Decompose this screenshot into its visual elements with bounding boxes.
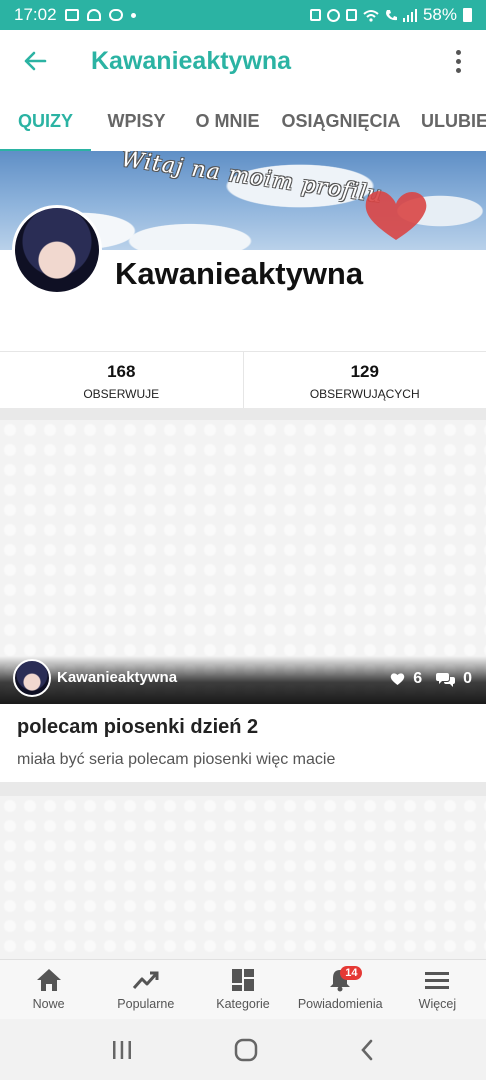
arrow-left-icon — [24, 51, 47, 71]
banner-text: Witaj na moim profilu — [119, 151, 385, 209]
save-icon — [309, 9, 321, 21]
app-bar: Kawanieaktywna — [0, 30, 486, 92]
recent-apps-button[interactable] — [111, 1039, 133, 1061]
comments-icon — [436, 672, 456, 687]
nav-label: Więcej — [418, 997, 457, 1011]
nav-kategorie[interactable]: Kategorie — [194, 960, 291, 1019]
home-button[interactable] — [234, 1038, 258, 1062]
stat-following[interactable]: 168 OBSERWUJE — [0, 352, 243, 408]
notification-badge: 14 — [340, 966, 363, 980]
tab-wpisy[interactable]: WPISY — [91, 92, 182, 151]
menu-icon — [425, 972, 450, 989]
trending-icon — [132, 971, 159, 989]
following-count: 168 — [107, 362, 136, 381]
cloud-icon — [108, 9, 123, 21]
nav-label: Popularne — [117, 997, 175, 1011]
page-title: Kawanieaktywna — [91, 46, 292, 75]
nav-label: Nowe — [32, 997, 65, 1011]
signal-icon — [402, 8, 417, 22]
heart-icon — [390, 673, 405, 685]
quiz-meta: 6 0 — [390, 670, 472, 688]
more-options-button[interactable] — [430, 30, 486, 92]
weather-icon — [86, 9, 101, 21]
back-button[interactable] — [0, 30, 70, 92]
profile-name: Kawanieaktywna — [115, 256, 364, 291]
followers-count: 129 — [350, 362, 379, 381]
quiz-thumbnail — [0, 796, 486, 959]
nav-label: Kategorie — [216, 997, 270, 1011]
more-vertical-icon — [455, 49, 461, 55]
profile-tabs: QUIZY WPISY O MNIE OSIĄGNIĘCIA ULUBIEI — [0, 92, 486, 152]
quiz-author: Kawanieaktywna — [57, 669, 178, 686]
alarm-icon — [326, 8, 340, 22]
tab-o-mnie[interactable]: O MNIE — [182, 92, 273, 151]
following-label: OBSERWUJE — [83, 387, 160, 401]
wifi-icon — [363, 9, 379, 22]
profile-stats: 168 OBSERWUJE 129 OBSERWUJĄCYCH — [0, 351, 486, 408]
image-icon — [64, 9, 79, 21]
stat-followers[interactable]: 129 OBSERWUJĄCYCH — [242, 352, 486, 408]
home-icon — [36, 969, 61, 991]
bottom-navigation: Nowe Popularne Kategorie 14 Powiadomieni… — [0, 959, 486, 1019]
battery-icon — [463, 8, 472, 22]
back-nav-button[interactable] — [359, 1038, 375, 1062]
tab-quizy[interactable]: QUIZY — [0, 92, 91, 151]
battery-percent: 58% — [422, 5, 457, 24]
nav-popularne[interactable]: Popularne — [97, 960, 194, 1019]
quiz-likes: 6 — [413, 670, 423, 687]
status-time: 17:02 — [14, 5, 57, 24]
quiz-card[interactable]: Kawanieaktywna 6 0 polecam piosenki dzie… — [0, 420, 486, 782]
quiz-comments: 0 — [463, 670, 472, 687]
avatar[interactable] — [12, 205, 102, 295]
more-dot — [455, 58, 461, 64]
grid-icon — [232, 969, 254, 991]
mute-icon — [345, 9, 357, 21]
more-dot — [455, 67, 461, 73]
dot-icon — [130, 12, 136, 18]
quiz-card[interactable] — [0, 796, 486, 959]
followers-label: OBSERWUJĄCYCH — [309, 387, 420, 401]
status-bar: 17:02 58% — [0, 0, 486, 30]
call-icon — [385, 9, 397, 20]
system-navigation — [0, 1019, 486, 1080]
nav-label: Powiadomienia — [297, 997, 383, 1011]
author-avatar — [13, 659, 51, 697]
heart-icon — [365, 191, 427, 240]
nav-wiecej[interactable]: Więcej — [389, 960, 486, 1019]
nav-nowe[interactable]: Nowe — [0, 960, 97, 1019]
tab-osiagniecia[interactable]: OSIĄGNIĘCIA — [273, 92, 409, 151]
nav-powiadomienia[interactable]: 14 Powiadomienia — [292, 960, 389, 1019]
quiz-description: miała być seria polecam piosenki więc ma… — [17, 751, 336, 768]
tab-ulubione[interactable]: ULUBIEI — [409, 92, 486, 151]
quiz-title: polecam piosenki dzień 2 — [17, 716, 259, 738]
